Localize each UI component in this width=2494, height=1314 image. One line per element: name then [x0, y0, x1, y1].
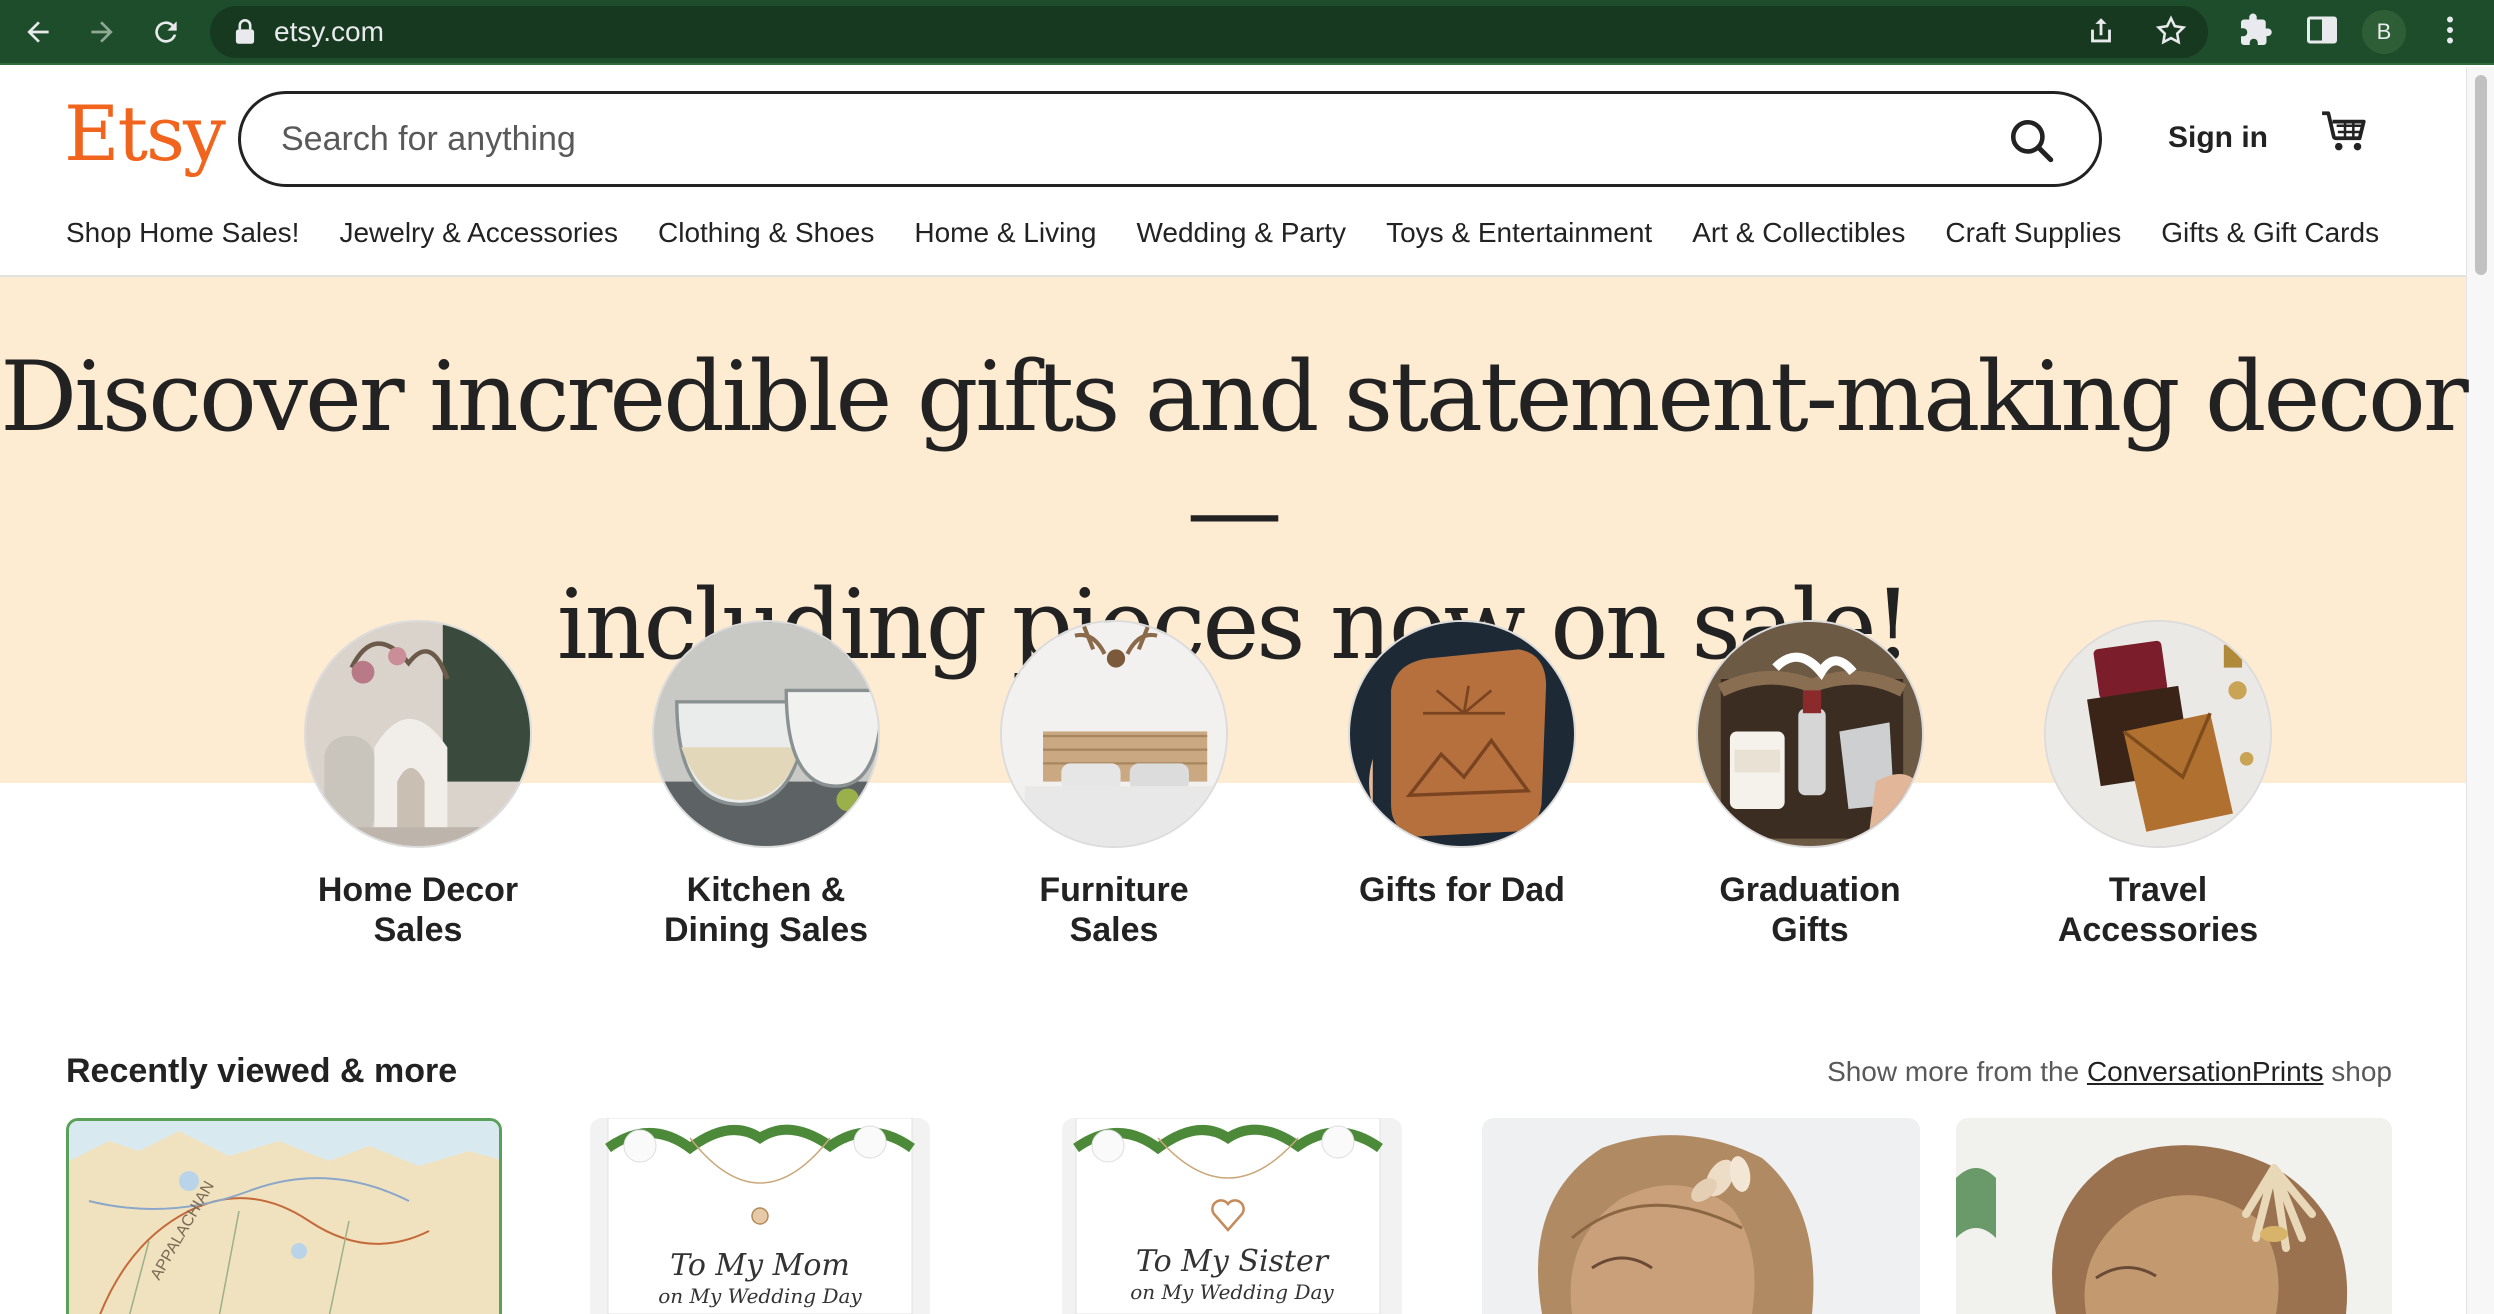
category-craft-supplies[interactable]: Craft Supplies — [1945, 217, 2121, 249]
recently-viewed-heading: Recently viewed & more — [66, 1052, 458, 1090]
lock-icon — [235, 19, 255, 44]
category-shop-home-sales[interactable]: Shop Home Sales! — [66, 217, 299, 249]
site-header: Etsy Sign in Shop Home Sales! Jewelry & … — [0, 67, 2466, 277]
tile-label-line: Sales — [1069, 911, 1159, 949]
gifts-for-dad-image[interactable] — [1348, 620, 1576, 848]
show-more-from-shop: Show more from the ConversationPrints sh… — [1827, 1056, 2392, 1088]
listing-card-hair-clip[interactable] — [1482, 1118, 1920, 1314]
furniture-image[interactable] — [1000, 620, 1228, 848]
tile-home-decor-sales[interactable]: Home Decor Sales — [244, 620, 592, 950]
more-menu-icon[interactable] — [2432, 12, 2468, 48]
tile-label: Gifts for Dad — [1312, 870, 1612, 910]
map-image: APPALACHIAN — [69, 1121, 499, 1314]
card-line-2: on My Wedding Day — [658, 1284, 862, 1308]
extensions-icon[interactable] — [2238, 12, 2274, 48]
tile-travel-accessories[interactable]: Travel Accessories — [1984, 620, 2332, 950]
forward-icon[interactable] — [80, 10, 124, 54]
travel-accessories-image[interactable] — [2044, 620, 2272, 848]
etsy-logo[interactable]: Etsy — [64, 89, 226, 178]
tile-label-line: Accessories — [2057, 911, 2259, 949]
category-gifts-gift-cards[interactable]: Gifts & Gift Cards — [2161, 217, 2379, 249]
card-line-1: To My Sister — [1135, 1244, 1329, 1279]
kitchen-dining-image[interactable] — [652, 620, 880, 848]
recently-viewed-row: APPALACHIAN To My Mom on My Wedding Day … — [66, 1118, 2392, 1314]
tile-label: Graduation Gifts — [1660, 870, 1960, 950]
card-line-2: on My Wedding Day — [1130, 1280, 1334, 1304]
tile-label-line: Gifts for Dad — [1359, 871, 1565, 909]
reload-icon[interactable] — [144, 10, 188, 54]
tile-label-line: Dining Sales — [663, 911, 869, 949]
search-icon[interactable] — [2007, 116, 2057, 166]
share-icon[interactable] — [2084, 14, 2118, 48]
listing-card-hair-clip-2[interactable] — [1956, 1118, 2392, 1314]
category-toys-entertainment[interactable]: Toys & Entertainment — [1386, 217, 1652, 249]
show-more-prefix: Show more from the — [1827, 1056, 2087, 1087]
tile-label-line: Home Decor — [317, 871, 519, 909]
search-input[interactable] — [281, 119, 1941, 159]
card-line-1: To My Mom — [670, 1248, 850, 1283]
side-panel-icon[interactable] — [2304, 12, 2340, 48]
listing-card-to-my-mom[interactable]: To My Mom on My Wedding Day — [590, 1118, 930, 1314]
tile-furniture-sales[interactable]: Furniture Sales — [940, 620, 1288, 950]
tile-label-line: Sales — [373, 911, 463, 949]
cart-icon[interactable] — [2320, 107, 2370, 157]
address-bar[interactable]: etsy.com — [210, 6, 2208, 58]
listing-card-to-my-sister[interactable]: To My Sister on My Wedding Day — [1062, 1118, 1402, 1314]
category-art-collectibles[interactable]: Art & Collectibles — [1692, 217, 1905, 249]
hero-heading-line-1: Discover incredible gifts and statement-… — [0, 341, 2468, 567]
graduation-gifts-image[interactable] — [1696, 620, 1924, 848]
tile-label: Kitchen & Dining Sales — [616, 870, 916, 950]
category-wedding-party[interactable]: Wedding & Party — [1136, 217, 1346, 249]
back-icon[interactable] — [16, 10, 60, 54]
listing-card-map[interactable]: APPALACHIAN — [66, 1118, 502, 1314]
bookmark-star-icon[interactable] — [2154, 14, 2188, 48]
shop-link[interactable]: ConversationPrints — [2087, 1056, 2324, 1087]
tile-label-line: Kitchen & — [686, 871, 846, 909]
category-clothing-shoes[interactable]: Clothing & Shoes — [658, 217, 874, 249]
tile-kitchen-dining-sales[interactable]: Kitchen & Dining Sales — [592, 620, 940, 950]
url-text: etsy.com — [274, 16, 384, 47]
tile-label: Furniture Sales — [964, 870, 1264, 950]
category-tiles: Home Decor Sales Kitchen & Dining Sales Fu… — [244, 620, 2332, 950]
tile-label-line: Gifts — [1771, 911, 1849, 949]
hair-clip-photo — [1956, 1118, 2392, 1314]
tile-label: Travel Accessories — [2008, 870, 2308, 950]
category-home-living[interactable]: Home & Living — [914, 217, 1096, 249]
tile-label-line: Graduation — [1719, 871, 1901, 909]
sign-in-link[interactable]: Sign in — [2168, 121, 2268, 155]
tile-label-line: Travel — [2108, 871, 2208, 909]
tile-label: Home Decor Sales — [268, 870, 568, 950]
category-nav: Shop Home Sales! Jewelry & Accessories C… — [66, 217, 2419, 249]
hair-clip-photo — [1482, 1118, 1920, 1314]
page-scrollbar[interactable] — [2466, 67, 2494, 1314]
scrollbar-thumb[interactable] — [2475, 75, 2487, 275]
tile-gifts-for-dad[interactable]: Gifts for Dad — [1288, 620, 1636, 950]
browser-toolbar: etsy.com B — [0, 0, 2494, 65]
category-jewelry-accessories[interactable]: Jewelry & Accessories — [339, 217, 618, 249]
tile-label-line: Furniture — [1039, 871, 1189, 909]
search-bar — [238, 91, 2102, 187]
home-decor-image[interactable] — [304, 620, 532, 848]
profile-avatar[interactable]: B — [2362, 10, 2406, 54]
tile-graduation-gifts[interactable]: Graduation Gifts — [1636, 620, 1984, 950]
show-more-suffix: shop — [2323, 1056, 2392, 1087]
